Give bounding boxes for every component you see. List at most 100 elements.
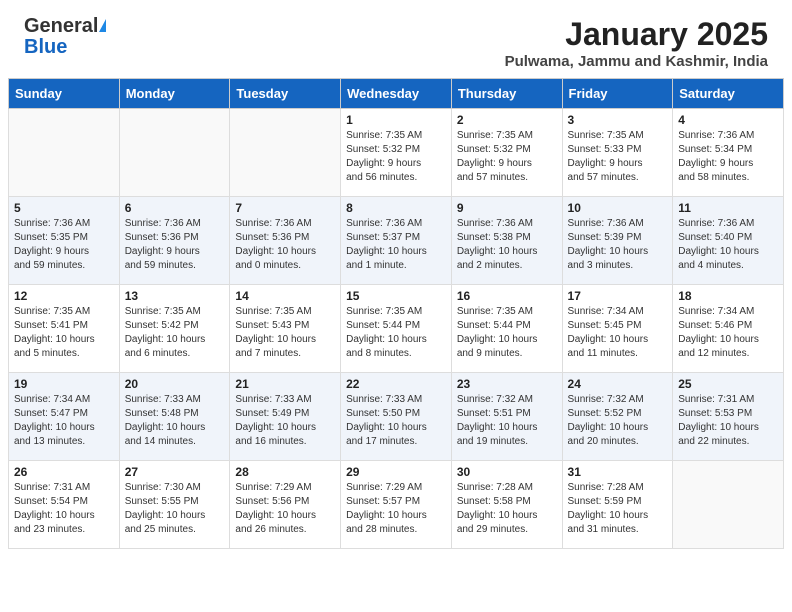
- calendar-cell: 29Sunrise: 7:29 AM Sunset: 5:57 PM Dayli…: [341, 461, 452, 549]
- header-thursday: Thursday: [451, 79, 562, 109]
- day-info: Sunrise: 7:31 AM Sunset: 5:54 PM Dayligh…: [14, 481, 114, 537]
- calendar-cell: 10Sunrise: 7:36 AM Sunset: 5:39 PM Dayli…: [562, 197, 673, 285]
- logo-triangle-icon: [99, 19, 106, 32]
- title-block: January 2025 Pulwama, Jammu and Kashmir,…: [505, 16, 768, 70]
- calendar-cell: 2 Sunrise: 7:35 AM Sunset: 5:32 PM Daylig…: [451, 109, 562, 197]
- calendar-cell: 27 Sunrise: 7:30 AM Sunset: 5:55 PM Dayli…: [119, 461, 230, 549]
- day-number: 2: [457, 113, 557, 127]
- calendar-title: January 2025: [505, 16, 768, 53]
- day-number: 16: [457, 289, 557, 303]
- calendar-cell: [673, 461, 784, 549]
- day-info: Sunrise: 7:33 AM Sunset: 5:49 PM Dayligh…: [235, 393, 335, 449]
- day-number: 6: [125, 201, 225, 215]
- calendar-cell: 14 Sunrise: 7:35 AM Sunset: 5:43 PM Dayli…: [230, 285, 341, 373]
- day-info: Sunrise: 7:35 AM Sunset: 5:32 PM Dayligh…: [457, 129, 557, 185]
- calendar-cell: [119, 109, 230, 197]
- day-info: Sunrise: 7:35 AM Sunset: 5:44 PM Dayligh…: [457, 305, 557, 361]
- day-number: 4: [678, 113, 778, 127]
- day-number: 3: [568, 113, 668, 127]
- day-number: 17: [568, 289, 668, 303]
- calendar-cell: 4 Sunrise: 7:36 AM Sunset: 5:34 PM Daylig…: [673, 109, 784, 197]
- day-number: 8: [346, 201, 446, 215]
- day-number: 12: [14, 289, 114, 303]
- day-info: Sunrise: 7:33 AM Sunset: 5:48 PM Dayligh…: [125, 393, 225, 449]
- day-number: 9: [457, 201, 557, 215]
- day-info: Sunrise: 7:28 AM Sunset: 5:59 PM Dayligh…: [568, 481, 668, 537]
- calendar-cell: 1 Sunrise: 7:35 AM Sunset: 5:32 PM Daylig…: [341, 109, 452, 197]
- day-info: Sunrise: 7:35 AM Sunset: 5:32 PM Dayligh…: [346, 129, 446, 185]
- day-number: 24: [568, 377, 668, 391]
- day-number: 5: [14, 201, 114, 215]
- calendar-cell: 11Sunrise: 7:36 AM Sunset: 5:40 PM Dayli…: [673, 197, 784, 285]
- calendar-cell: 22 Sunrise: 7:33 AM Sunset: 5:50 PM Dayli…: [341, 373, 452, 461]
- calendar-cell: 16 Sunrise: 7:35 AM Sunset: 5:44 PM Dayli…: [451, 285, 562, 373]
- day-number: 10: [568, 201, 668, 215]
- day-info: Sunrise: 7:30 AM Sunset: 5:55 PM Dayligh…: [125, 481, 225, 537]
- header-tuesday: Tuesday: [230, 79, 341, 109]
- day-number: 21: [235, 377, 335, 391]
- day-number: 23: [457, 377, 557, 391]
- calendar-cell: 21 Sunrise: 7:33 AM Sunset: 5:49 PM Dayli…: [230, 373, 341, 461]
- day-number: 14: [235, 289, 335, 303]
- page-header: General Blue January 2025 Pulwama, Jammu…: [0, 0, 792, 78]
- day-info: Sunrise: 7:35 AM Sunset: 5:42 PM Dayligh…: [125, 305, 225, 361]
- day-info: Sunrise: 7:36 AM Sunset: 5:36 PM Dayligh…: [125, 217, 225, 273]
- calendar-cell: 18 Sunrise: 7:34 AM Sunset: 5:46 PM Dayli…: [673, 285, 784, 373]
- calendar-cell: 15 Sunrise: 7:35 AM Sunset: 5:44 PM Dayli…: [341, 285, 452, 373]
- day-number: 28: [235, 465, 335, 479]
- calendar-cell: 17 Sunrise: 7:34 AM Sunset: 5:45 PM Dayli…: [562, 285, 673, 373]
- calendar-cell: 19 Sunrise: 7:34 AM Sunset: 5:47 PM Dayli…: [9, 373, 120, 461]
- day-info: Sunrise: 7:36 AM Sunset: 5:36 PM Dayligh…: [235, 217, 335, 273]
- header-wednesday: Wednesday: [341, 79, 452, 109]
- logo-blue: Blue: [24, 36, 67, 58]
- day-info: Sunrise: 7:34 AM Sunset: 5:45 PM Dayligh…: [568, 305, 668, 361]
- calendar-cell: 8Sunrise: 7:36 AM Sunset: 5:37 PM Daylig…: [341, 197, 452, 285]
- day-info: Sunrise: 7:36 AM Sunset: 5:35 PM Dayligh…: [14, 217, 114, 273]
- calendar-cell: 20Sunrise: 7:33 AM Sunset: 5:48 PM Dayli…: [119, 373, 230, 461]
- calendar-row-2: 12 Sunrise: 7:35 AM Sunset: 5:41 PM Dayli…: [9, 285, 784, 373]
- day-info: Sunrise: 7:35 AM Sunset: 5:33 PM Dayligh…: [568, 129, 668, 185]
- day-info: Sunrise: 7:28 AM Sunset: 5:58 PM Dayligh…: [457, 481, 557, 537]
- day-info: Sunrise: 7:35 AM Sunset: 5:44 PM Dayligh…: [346, 305, 446, 361]
- day-info: Sunrise: 7:36 AM Sunset: 5:34 PM Dayligh…: [678, 129, 778, 185]
- day-number: 19: [14, 377, 114, 391]
- header-sunday: Sunday: [9, 79, 120, 109]
- day-info: Sunrise: 7:29 AM Sunset: 5:57 PM Dayligh…: [346, 481, 446, 537]
- calendar-table: Sunday Monday Tuesday Wednesday Thursday…: [8, 78, 784, 549]
- header-friday: Friday: [562, 79, 673, 109]
- logo-general: General: [24, 15, 98, 37]
- calendar-cell: 5 Sunrise: 7:36 AM Sunset: 5:35 PM Daylig…: [9, 197, 120, 285]
- day-number: 15: [346, 289, 446, 303]
- calendar-cell: 26Sunrise: 7:31 AM Sunset: 5:54 PM Dayli…: [9, 461, 120, 549]
- day-number: 13: [125, 289, 225, 303]
- day-info: Sunrise: 7:33 AM Sunset: 5:50 PM Dayligh…: [346, 393, 446, 449]
- day-number: 1: [346, 113, 446, 127]
- calendar-cell: 25 Sunrise: 7:31 AM Sunset: 5:53 PM Dayli…: [673, 373, 784, 461]
- calendar-cell: [230, 109, 341, 197]
- calendar-subtitle: Pulwama, Jammu and Kashmir, India: [505, 53, 768, 70]
- day-number: 22: [346, 377, 446, 391]
- day-number: 30: [457, 465, 557, 479]
- calendar-header-row: Sunday Monday Tuesday Wednesday Thursday…: [9, 79, 784, 109]
- calendar-row-1: 5 Sunrise: 7:36 AM Sunset: 5:35 PM Daylig…: [9, 197, 784, 285]
- calendar-cell: 13 Sunrise: 7:35 AM Sunset: 5:42 PM Dayli…: [119, 285, 230, 373]
- day-number: 25: [678, 377, 778, 391]
- calendar-cell: [9, 109, 120, 197]
- day-info: Sunrise: 7:36 AM Sunset: 5:40 PM Dayligh…: [678, 217, 778, 273]
- day-info: Sunrise: 7:32 AM Sunset: 5:51 PM Dayligh…: [457, 393, 557, 449]
- calendar-row-4: 26Sunrise: 7:31 AM Sunset: 5:54 PM Dayli…: [9, 461, 784, 549]
- day-info: Sunrise: 7:31 AM Sunset: 5:53 PM Dayligh…: [678, 393, 778, 449]
- calendar-cell: 6 Sunrise: 7:36 AM Sunset: 5:36 PM Daylig…: [119, 197, 230, 285]
- day-info: Sunrise: 7:34 AM Sunset: 5:47 PM Dayligh…: [14, 393, 114, 449]
- calendar-cell: 30 Sunrise: 7:28 AM Sunset: 5:58 PM Dayli…: [451, 461, 562, 549]
- day-info: Sunrise: 7:34 AM Sunset: 5:46 PM Dayligh…: [678, 305, 778, 361]
- day-number: 7: [235, 201, 335, 215]
- day-number: 18: [678, 289, 778, 303]
- day-info: Sunrise: 7:36 AM Sunset: 5:38 PM Dayligh…: [457, 217, 557, 273]
- calendar-cell: 9 Sunrise: 7:36 AM Sunset: 5:38 PM Daylig…: [451, 197, 562, 285]
- calendar-row-3: 19 Sunrise: 7:34 AM Sunset: 5:47 PM Dayli…: [9, 373, 784, 461]
- calendar-cell: 3 Sunrise: 7:35 AM Sunset: 5:33 PM Daylig…: [562, 109, 673, 197]
- day-info: Sunrise: 7:35 AM Sunset: 5:43 PM Dayligh…: [235, 305, 335, 361]
- day-info: Sunrise: 7:35 AM Sunset: 5:41 PM Dayligh…: [14, 305, 114, 361]
- day-number: 27: [125, 465, 225, 479]
